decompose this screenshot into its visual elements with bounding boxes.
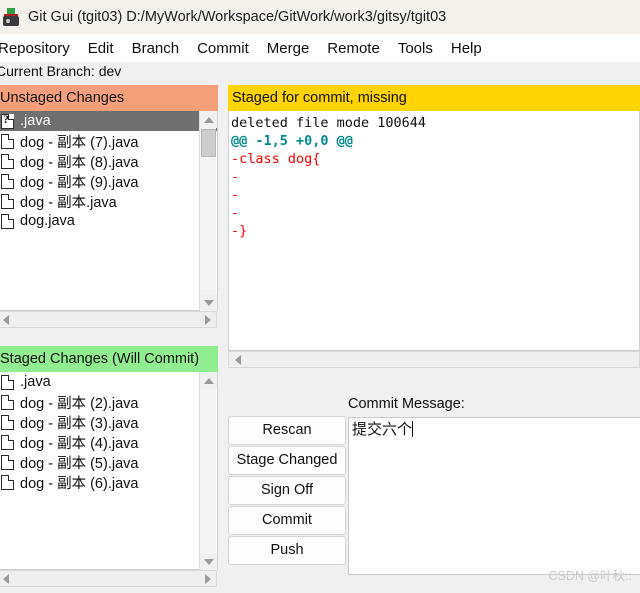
menu-item-edit[interactable]: Edit: [79, 38, 123, 59]
menu-item-tools[interactable]: Tools: [389, 38, 442, 59]
unstaged-changes-panel: Unstaged Changes .java dog - 副本 (7).java…: [0, 85, 218, 335]
list-item-label: dog - 副本 (5).java: [20, 455, 139, 472]
menu-item-commit[interactable]: Commit: [188, 38, 258, 59]
list-item-label: .java: [20, 374, 51, 390]
unstaged-horizontal-scrollbar[interactable]: [0, 311, 217, 328]
scroll-left-arrow-icon[interactable]: [0, 571, 14, 586]
commit-message-input[interactable]: 提交六个: [348, 417, 640, 575]
diff-line-deleted: -: [231, 205, 240, 221]
unstaged-file-list[interactable]: .java dog - 副本 (7).java dog - 副本 (8).jav…: [0, 111, 218, 311]
action-button-column: Rescan Stage Changed Sign Off Commit Pus…: [228, 416, 346, 566]
git-gui-icon: [2, 8, 20, 26]
file-icon: [1, 474, 14, 490]
diff-line-hunk: @@ -1,5 +0,0 @@: [231, 133, 353, 149]
title-bar: Git Gui (tgit03) D:/MyWork/Workspace/Git…: [0, 0, 640, 34]
watermark: CSDN @叶秋::: [548, 569, 632, 583]
diff-line-deleted: -class dog{: [231, 151, 321, 167]
file-icon: [1, 173, 14, 189]
scrollbar-thumb[interactable]: [201, 129, 216, 157]
git-gui-window: Git Gui (tgit03) D:/MyWork/Workspace/Git…: [0, 0, 640, 593]
sign-off-button[interactable]: Sign Off: [228, 476, 346, 505]
unstaged-changes-header: Unstaged Changes: [0, 85, 218, 111]
unknown-file-icon: [1, 112, 14, 129]
current-branch-bar: Current Branch: dev: [0, 62, 640, 84]
diff-line-deleted: -: [231, 187, 240, 203]
staged-vertical-scrollbar[interactable]: [199, 372, 217, 570]
list-item[interactable]: .java: [0, 111, 217, 131]
diff-line-deleted: -}: [231, 223, 248, 239]
list-item[interactable]: dog - 副本 (4).java: [0, 432, 217, 452]
push-button[interactable]: Push: [228, 536, 346, 565]
commit-message-value: 提交六个: [352, 421, 413, 438]
commit-button[interactable]: Commit: [228, 506, 346, 535]
list-item-label: dog.java: [20, 213, 75, 229]
list-item[interactable]: dog - 副本 (8).java: [0, 151, 217, 171]
list-item[interactable]: dog.java: [0, 211, 217, 231]
list-item[interactable]: dog - 副本 (2).java: [0, 392, 217, 412]
file-icon: [1, 193, 14, 209]
scroll-left-arrow-icon[interactable]: [0, 312, 14, 327]
list-item-label: .java: [20, 113, 51, 129]
list-item-label: dog - 副本 (6).java: [20, 475, 139, 492]
diff-status-header: Staged for commit, missing: [228, 85, 640, 111]
list-item[interactable]: dog - 副本 (7).java: [0, 131, 217, 151]
list-item-label: dog - 副本.java: [20, 194, 117, 211]
current-branch-label: Current Branch: dev: [0, 63, 122, 79]
list-item[interactable]: dog - 副本.java: [0, 191, 217, 211]
diff-horizontal-scrollbar[interactable]: [228, 351, 640, 368]
list-item[interactable]: .java: [0, 372, 217, 392]
list-item-label: dog - 副本 (2).java: [20, 395, 139, 412]
file-icon: [1, 394, 14, 410]
list-item[interactable]: dog - 副本 (3).java: [0, 412, 217, 432]
staged-horizontal-scrollbar[interactable]: [0, 570, 217, 587]
window-title: Git Gui (tgit03) D:/MyWork/Workspace/Git…: [28, 9, 447, 25]
rescan-button[interactable]: Rescan: [228, 416, 346, 445]
text-caret: [412, 421, 414, 437]
list-item-label: dog - 副本 (9).java: [20, 174, 139, 191]
list-item[interactable]: dog - 副本 (5).java: [0, 452, 217, 472]
staged-changes-header: Staged Changes (Will Commit): [0, 346, 218, 372]
list-item[interactable]: dog - 副本 (9).java: [0, 171, 217, 191]
list-item-label: dog - 副本 (4).java: [20, 435, 139, 452]
scroll-up-arrow-icon[interactable]: [200, 111, 217, 128]
list-item-label: dog - 副本 (3).java: [20, 415, 139, 432]
menu-item-help[interactable]: Help: [442, 38, 491, 59]
menu-item-merge[interactable]: Merge: [258, 38, 319, 59]
file-icon: [1, 374, 14, 390]
file-icon: [1, 414, 14, 430]
menu-item-repository[interactable]: Repository: [0, 38, 79, 59]
scroll-left-arrow-icon[interactable]: [229, 352, 246, 367]
file-icon: [1, 434, 14, 450]
file-icon: [1, 454, 14, 470]
scroll-down-arrow-icon[interactable]: [200, 294, 217, 311]
file-icon: [1, 153, 14, 169]
unstaged-vertical-scrollbar[interactable]: [199, 111, 217, 311]
file-icon: [1, 133, 14, 149]
file-icon: [1, 213, 14, 229]
menu-bar: Repository Edit Branch Commit Merge Remo…: [0, 34, 640, 62]
list-item[interactable]: dog - 副本 (6).java: [0, 472, 217, 492]
scroll-right-arrow-icon[interactable]: [199, 312, 216, 327]
diff-line: deleted file mode 100644: [231, 115, 427, 131]
menu-item-remote[interactable]: Remote: [318, 38, 389, 59]
scroll-up-arrow-icon[interactable]: [200, 372, 217, 389]
staged-changes-panel: Staged Changes (Will Commit) .java dog -…: [0, 346, 218, 593]
scroll-right-arrow-icon[interactable]: [199, 571, 216, 586]
list-item-label: dog - 副本 (8).java: [20, 154, 139, 171]
diff-viewer[interactable]: deleted file mode 100644 @@ -1,5 +0,0 @@…: [228, 111, 640, 351]
diff-line-deleted: -: [231, 169, 240, 185]
scroll-down-arrow-icon[interactable]: [200, 553, 217, 570]
stage-changed-button[interactable]: Stage Changed: [228, 446, 346, 475]
commit-message-label: Commit Message:: [348, 396, 465, 412]
diff-panel: Staged for commit, missing deleted file …: [228, 85, 640, 375]
list-item-label: dog - 副本 (7).java: [20, 134, 139, 151]
menu-item-branch[interactable]: Branch: [123, 38, 189, 59]
staged-file-list[interactable]: .java dog - 副本 (2).java dog - 副本 (3).jav…: [0, 372, 218, 570]
